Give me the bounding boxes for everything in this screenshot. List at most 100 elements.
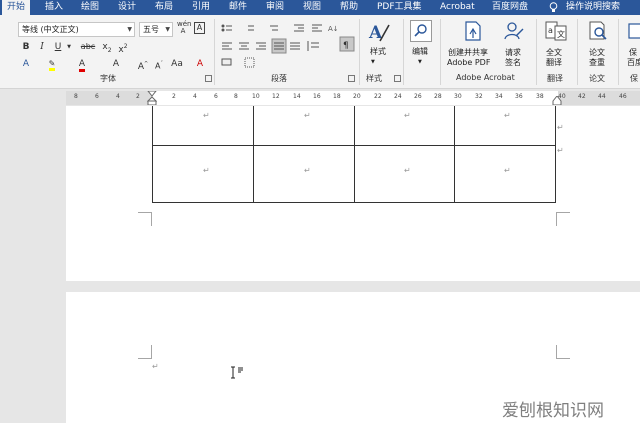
create-pdf-icon[interactable]: [462, 20, 484, 42]
chevron-down-icon: ▼: [127, 26, 132, 33]
group-paragraph-label: 段落: [271, 74, 287, 83]
group-separator: [618, 19, 619, 85]
tab-baidu-netdisk[interactable]: 百度网盘: [492, 0, 528, 15]
group-separator: [359, 19, 360, 85]
styles-icon[interactable]: A: [368, 21, 390, 43]
paragraph-dialog-launcher-icon[interactable]: [348, 75, 355, 82]
paragraph-tools-icon: A↓ ¶: [221, 24, 355, 68]
text-cursor-icon: [231, 366, 243, 379]
word-window: 开始 插入 绘图 设计 布局 引用 邮件 审阅 视图 帮助 PDF工具集 Acr…: [0, 0, 640, 423]
ruler-number: 28: [434, 93, 442, 100]
svg-text:a: a: [548, 26, 553, 35]
tab-review[interactable]: 审阅: [266, 0, 284, 15]
superscript-icon[interactable]: x2: [117, 41, 129, 55]
tell-me-search[interactable]: 操作说明搜索: [566, 0, 620, 15]
styles-dialog-launcher-icon[interactable]: [394, 75, 401, 82]
highlight-icon[interactable]: ✎: [46, 58, 58, 71]
indent-marker-icon[interactable]: [147, 91, 157, 105]
clear-formatting-icon[interactable]: A: [194, 58, 206, 70]
font-name-value: 等线 (中文正文): [22, 25, 79, 34]
ruler-number: 20: [353, 93, 361, 100]
tab-mailings[interactable]: 邮件: [229, 0, 247, 15]
group-separator: [440, 19, 441, 85]
tab-design[interactable]: 设计: [118, 0, 136, 15]
ruler-number: 44: [598, 93, 606, 100]
shading-icon[interactable]: A: [110, 58, 122, 70]
font-size-value: 五号: [143, 25, 159, 34]
ruler-number: 4: [116, 93, 120, 100]
grow-font-icon[interactable]: A^: [137, 58, 149, 72]
group-separator: [214, 19, 215, 85]
tab-draw[interactable]: 绘图: [81, 0, 99, 15]
paper-check-label-1[interactable]: 论文: [589, 48, 605, 58]
save-to-baidu-icon[interactable]: [627, 20, 640, 42]
horizontal-ruler[interactable]: 8 6 4 2 2 4 6 8 10 12 14 16 18 20 22 24 …: [66, 91, 640, 105]
chevron-down-icon: ▼: [371, 59, 375, 65]
full-text-translate-label-1[interactable]: 全文: [546, 48, 562, 58]
ruler-number: 8: [74, 93, 78, 100]
tab-pdf-tools[interactable]: PDF工具集: [377, 0, 422, 15]
create-share-pdf-label-1[interactable]: 创建并共享: [448, 48, 488, 58]
styles-button-label[interactable]: 样式: [370, 47, 386, 57]
ruler-number: 6: [214, 93, 218, 100]
bold-icon[interactable]: B: [20, 41, 32, 53]
request-signature-label-1[interactable]: 请求: [505, 48, 521, 58]
font-dialog-launcher-icon[interactable]: [205, 75, 212, 82]
create-share-pdf-label-2[interactable]: Adobe PDF: [447, 58, 490, 68]
tab-references[interactable]: 引用: [192, 0, 210, 15]
editing-button-label[interactable]: 编辑: [412, 47, 428, 57]
save-to-baidu-label-2[interactable]: 百度: [627, 58, 640, 68]
group-translate-label: 翻译: [547, 74, 563, 83]
request-signature-label-2[interactable]: 签名: [505, 58, 521, 68]
strikethrough-icon[interactable]: abc: [80, 41, 96, 53]
ruler-number: 8: [234, 93, 238, 100]
full-text-translate-label-2[interactable]: 翻译: [546, 58, 562, 68]
shrink-font-icon[interactable]: Aˇ: [153, 58, 165, 71]
ruler-number: 32: [475, 93, 483, 100]
tab-insert[interactable]: 插入: [45, 0, 63, 15]
chevron-down-icon: ▼: [165, 26, 170, 33]
margin-corner-mark: [556, 345, 570, 359]
svg-text:A↓: A↓: [328, 25, 339, 33]
document-table[interactable]: [150, 106, 560, 204]
table-cell-mark: ↵: [504, 166, 511, 175]
paragraph-mark: ↵: [152, 362, 159, 371]
tab-help[interactable]: 帮助: [340, 0, 358, 15]
ruler-number: 46: [619, 93, 627, 100]
table-cell-mark: ↵: [203, 111, 210, 120]
paper-check-icon[interactable]: [587, 20, 609, 42]
request-signature-icon[interactable]: [503, 20, 525, 42]
tab-home[interactable]: 开始: [2, 0, 31, 15]
subscript-icon[interactable]: x2: [101, 41, 113, 54]
tab-view[interactable]: 视图: [303, 0, 321, 15]
font-name-select[interactable]: 等线 (中文正文) ▼: [18, 22, 135, 37]
change-case-icon[interactable]: Aa: [171, 58, 183, 70]
margin-corner-mark: [556, 212, 570, 226]
character-border-icon[interactable]: A: [194, 22, 205, 34]
tab-acrobat[interactable]: Acrobat: [440, 0, 475, 15]
margin-corner-mark: [138, 212, 152, 226]
table-cell-mark: ↵: [504, 111, 511, 120]
row-end-mark: ↵: [557, 146, 564, 155]
right-indent-marker-icon[interactable]: [552, 96, 562, 105]
tab-layout[interactable]: 布局: [155, 0, 173, 15]
text-effects-icon[interactable]: A: [20, 58, 32, 70]
paper-check-label-2[interactable]: 查重: [589, 58, 605, 68]
editing-button[interactable]: [410, 20, 432, 42]
row-end-mark: ↵: [557, 123, 564, 132]
full-text-translate-icon[interactable]: a 文: [545, 20, 567, 42]
font-color-icon[interactable]: A: [76, 58, 88, 72]
chevron-down-icon[interactable]: ▼: [63, 41, 75, 53]
group-paper-label: 论文: [589, 74, 605, 83]
ruler-number: 42: [578, 93, 586, 100]
ruler-number: 2: [172, 93, 176, 100]
document-page-1[interactable]: ↵ ↵ ↵ ↵ ↵ ↵ ↵ ↵ ↵ ↵: [66, 106, 640, 281]
phonetic-guide-icon[interactable]: wén A: [177, 21, 191, 35]
font-size-select[interactable]: 五号 ▼: [139, 22, 173, 37]
group-separator: [577, 19, 578, 85]
ruler-number: 18: [333, 93, 341, 100]
ribbon-tab-bar: 开始 插入 绘图 设计 布局 引用 邮件 审阅 视图 帮助 PDF工具集 Acr…: [0, 0, 640, 15]
italic-icon[interactable]: I: [36, 41, 48, 53]
group-acrobat-label: Adobe Acrobat: [456, 73, 515, 82]
save-to-baidu-label-1[interactable]: 保: [629, 48, 637, 58]
